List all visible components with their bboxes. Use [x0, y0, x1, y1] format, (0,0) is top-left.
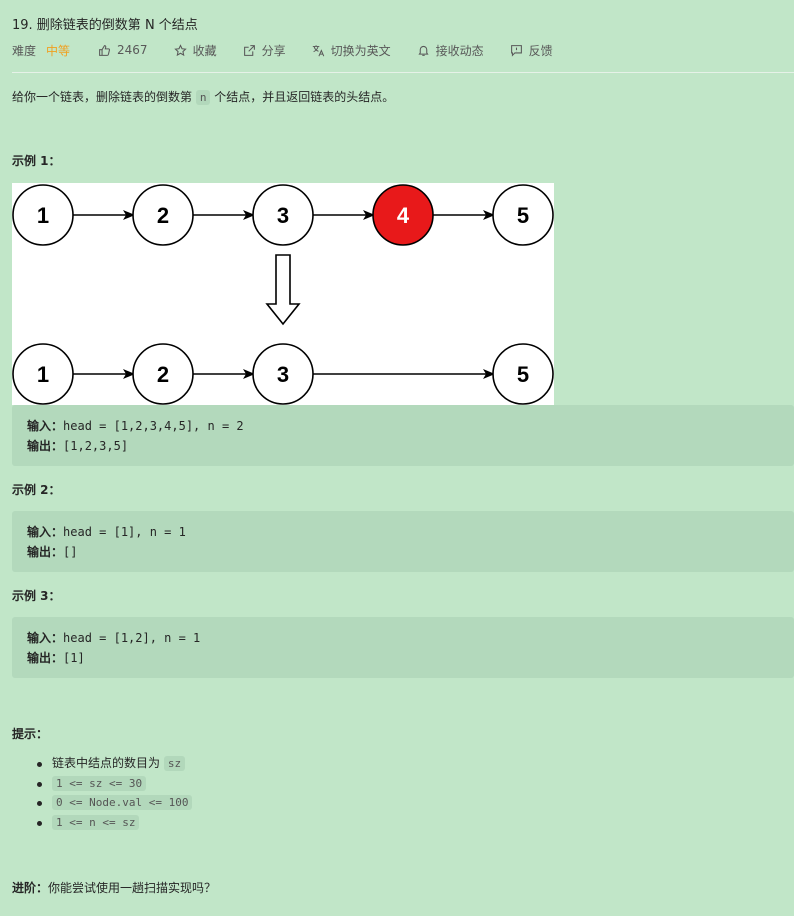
list-node-removed: 4 — [372, 184, 434, 246]
feedback-button[interactable]: 反馈 — [510, 42, 553, 59]
translate-icon — [312, 44, 324, 56]
example-3-output-line: 输出：[1] — [27, 651, 85, 665]
svg-text:5: 5 — [517, 362, 529, 387]
difficulty-label: 难度 — [12, 43, 37, 58]
like-count: 2467 — [117, 43, 148, 57]
inline-code: sz — [163, 756, 186, 771]
svg-text:2: 2 — [157, 362, 169, 387]
difficulty-badge: 中等 — [46, 43, 71, 58]
like-button[interactable]: 2467 — [98, 43, 148, 57]
problem-meta-bar: 难度 中等 2467 收藏 分享 切换为英文 接收动态 反馈 — [12, 41, 579, 59]
list-node: 1 — [12, 184, 74, 246]
example-2-code: 输入：head = [1], n = 1 输出：[] — [12, 511, 794, 572]
example-3-code: 输入：head = [1,2], n = 1 输出：[1] — [12, 617, 794, 678]
share-icon — [243, 44, 255, 56]
linked-list-diagram: 1 2 3 4 5 1 2 3 5 — [12, 183, 554, 405]
favorite-button[interactable]: 收藏 — [173, 42, 217, 59]
list-node: 2 — [132, 184, 194, 246]
share-label: 分享 — [261, 43, 286, 58]
problem-title: 19. 删除链表的倒数第 N 个结点 — [12, 18, 198, 33]
thumbs-up-icon — [99, 44, 111, 56]
svg-text:3: 3 — [277, 362, 289, 387]
list-node: 5 — [492, 343, 554, 405]
switch-language-button[interactable]: 切换为英文 — [312, 42, 391, 59]
constraints-title: 提示： — [12, 727, 49, 741]
star-icon — [173, 43, 187, 56]
inline-code-n: n — [195, 90, 211, 105]
svg-text:4: 4 — [397, 203, 410, 228]
example-1-title: 示例 1： — [12, 154, 61, 168]
description-text: 给你一个链表，删除链表的倒数第 — [12, 90, 196, 104]
header-divider — [12, 72, 794, 73]
favorite-label: 收藏 — [192, 43, 217, 58]
list-item: 0 <= Node.val <= 100 — [12, 793, 193, 813]
subscribe-button[interactable]: 接收动态 — [417, 42, 484, 59]
transform-arrow — [265, 254, 301, 326]
svg-text:2: 2 — [157, 203, 169, 228]
feedback-label: 反馈 — [528, 43, 553, 58]
example-3-title: 示例 3： — [12, 589, 61, 603]
subscribe-label: 接收动态 — [435, 43, 484, 58]
example-1-input-line: 输入：head = [1,2,3,4,5], n = 2 — [27, 419, 244, 433]
constraints-list: 链表中结点的数目为 sz 1 <= sz <= 30 0 <= Node.val… — [12, 754, 193, 833]
problem-description: 给你一个链表，删除链表的倒数第 n 个结点，并且返回链表的头结点。 — [12, 88, 394, 105]
description-text-end: 个结点，并且返回链表的头结点。 — [210, 90, 395, 104]
svg-text:1: 1 — [37, 203, 49, 228]
example-2-title: 示例 2： — [12, 483, 61, 497]
list-node: 1 — [12, 343, 74, 405]
list-node: 2 — [132, 343, 194, 405]
example-2-input-line: 输入：head = [1], n = 1 — [27, 525, 186, 539]
feedback-icon — [510, 44, 522, 57]
follow-up-text: 你能尝试使用一趟扫描实现吗？ — [48, 881, 217, 895]
switch-language-label: 切换为英文 — [330, 43, 391, 58]
inline-code: 1 <= sz <= 30 — [52, 775, 147, 791]
example-3-input-line: 输入：head = [1,2], n = 1 — [27, 631, 201, 645]
share-button[interactable]: 分享 — [243, 42, 286, 59]
inline-code: 1 <= n <= sz — [52, 814, 140, 830]
example-1-code: 输入：head = [1,2,3,4,5], n = 2 输出：[1,2,3,5… — [12, 405, 794, 466]
bell-icon — [418, 45, 429, 56]
example-2-output-line: 输出：[] — [27, 545, 78, 559]
list-node: 3 — [252, 184, 314, 246]
inline-code: 0 <= Node.val <= 100 — [52, 795, 193, 810]
svg-text:5: 5 — [517, 203, 529, 228]
follow-up-label: 进阶： — [12, 881, 49, 895]
list-node: 3 — [252, 343, 314, 405]
list-item: 链表中结点的数目为 sz — [12, 754, 192, 774]
list-node: 5 — [492, 184, 554, 246]
svg-text:1: 1 — [37, 362, 49, 387]
follow-up: 进阶：你能尝试使用一趟扫描实现吗？ — [12, 879, 216, 896]
list-item: 1 <= sz <= 30 — [12, 774, 192, 794]
example-1-output-line: 输出：[1,2,3,5] — [27, 439, 129, 453]
list-item: 1 <= n <= sz — [12, 813, 192, 833]
svg-text:3: 3 — [277, 203, 289, 228]
